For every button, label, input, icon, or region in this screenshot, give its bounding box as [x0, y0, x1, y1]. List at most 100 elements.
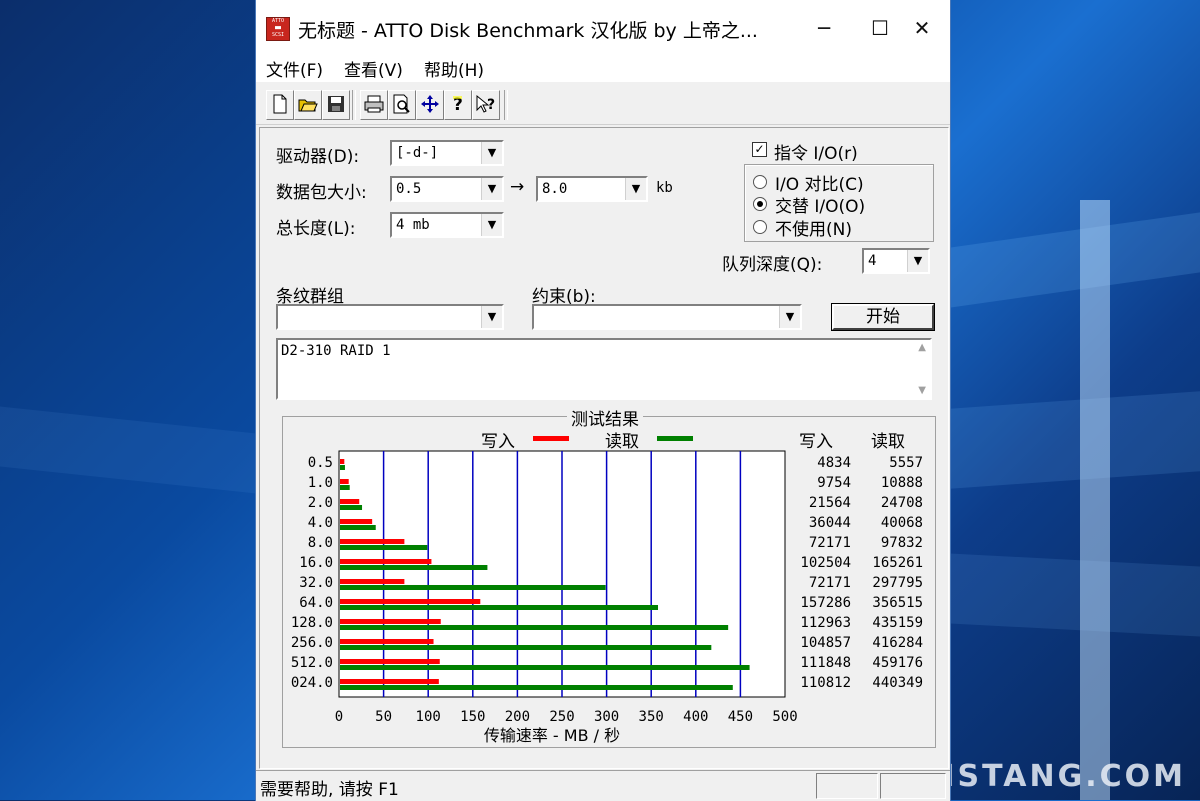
toolbar-separator — [352, 90, 356, 120]
description-text: D2-310 RAID 1 — [281, 343, 391, 359]
constraint-select[interactable]: ▼ — [532, 304, 802, 330]
write-value: 112963 — [800, 615, 851, 631]
read-value: 10888 — [881, 475, 923, 491]
write-bar — [340, 519, 373, 524]
stripe-group-select[interactable]: ▼ — [276, 304, 504, 330]
transfer-size-label: 数据包大小: — [276, 183, 367, 203]
read-bar — [340, 525, 376, 530]
chevron-down-icon[interactable]: ▼ — [481, 142, 502, 164]
write-bar — [340, 579, 405, 584]
menu-view[interactable]: 查看(V) — [344, 56, 403, 81]
context-help-icon[interactable]: ? — [472, 90, 500, 120]
read-value: 416284 — [872, 635, 923, 651]
status-bar: 需要帮助, 请按 F1 — [256, 770, 950, 801]
read-bar — [340, 565, 488, 570]
minimize-button[interactable]: ─ — [796, 8, 852, 48]
write-value: 104857 — [800, 635, 851, 651]
start-button[interactable]: 开始 — [832, 304, 934, 330]
direct-io-label: 指令 I/O(r) — [774, 144, 858, 164]
total-length-value: 4 mb — [396, 217, 430, 233]
read-bar — [340, 645, 712, 650]
radio-io-compare[interactable] — [753, 175, 767, 189]
y-tick-label: 8.0 — [308, 535, 333, 551]
y-tick-label: 128.0 — [291, 615, 333, 631]
x-tick-label: 500 — [772, 709, 797, 725]
write-value: 157286 — [800, 595, 851, 611]
y-tick-label: 256.0 — [291, 635, 333, 651]
scroll-up-icon[interactable]: ▲ — [918, 342, 926, 353]
radio-overlapped-io[interactable] — [753, 197, 767, 211]
read-bar — [340, 605, 659, 610]
x-tick-label: 0 — [335, 709, 343, 725]
write-bar — [340, 639, 434, 644]
chevron-down-icon[interactable]: ▼ — [481, 306, 502, 328]
description-textarea[interactable]: D2-310 RAID 1 ▲ ▼ — [276, 338, 932, 400]
read-value: 97832 — [881, 535, 923, 551]
read-bar — [340, 665, 750, 670]
drive-label: 驱动器(D): — [276, 147, 360, 167]
radio-neither[interactable] — [753, 220, 767, 234]
write-value: 72171 — [809, 535, 851, 551]
save-icon[interactable] — [322, 90, 350, 120]
status-text: 需要帮助, 请按 F1 — [260, 780, 399, 800]
write-value: 9754 — [817, 475, 851, 491]
read-value: 435159 — [872, 615, 923, 631]
read-value: 440349 — [872, 675, 923, 691]
drive-value: [-d-] — [396, 145, 439, 161]
x-tick-label: 100 — [416, 709, 441, 725]
y-tick-label: 0.5 — [308, 455, 333, 471]
write-value: 110812 — [800, 675, 851, 691]
x-tick-label: 400 — [683, 709, 708, 725]
write-bar — [340, 459, 345, 464]
write-bar — [340, 619, 441, 624]
queue-depth-label: 队列深度(Q): — [722, 255, 823, 275]
settings-panel: 驱动器(D): [-d-] ▼ 数据包大小: 0.5 ▼ → 8.0 ▼ kb … — [259, 127, 949, 769]
write-value: 36044 — [809, 515, 851, 531]
drive-select[interactable]: [-d-] ▼ — [390, 140, 504, 166]
write-value: 21564 — [809, 495, 851, 511]
open-icon[interactable] — [294, 90, 322, 120]
menu-file[interactable]: 文件(F) — [266, 56, 323, 81]
scroll-down-icon[interactable]: ▼ — [918, 385, 926, 396]
status-cell — [880, 773, 946, 799]
write-bar — [340, 559, 432, 564]
write-bar — [340, 659, 440, 664]
new-icon[interactable] — [266, 90, 294, 120]
arrow-right-icon: → — [510, 177, 525, 197]
write-bar — [340, 679, 439, 684]
x-tick-label: 250 — [549, 709, 574, 725]
read-value: 24708 — [881, 495, 923, 511]
results-group: 测试结果 写入 读取 写入 读取 0 50 100 150 200 250 300 350 40… — [282, 405, 936, 748]
read-value: 165261 — [872, 555, 923, 571]
menu-bar: 文件(F) 查看(V) 帮助(H) — [256, 52, 950, 82]
direct-io-checkbox[interactable]: ✓ — [752, 142, 767, 157]
window-title: 无标题 - ATTO Disk Benchmark 汉化版 by 上帝之... — [298, 20, 758, 42]
app-window: ATTO ■■ SCSI 无标题 - ATTO Disk Benchmark 汉化版… — [256, 0, 950, 801]
x-tick-label: 200 — [505, 709, 530, 725]
help-icon[interactable]: ? — [444, 90, 472, 120]
menu-help[interactable]: 帮助(H) — [424, 56, 484, 81]
read-value: 5557 — [889, 455, 923, 471]
chevron-down-icon[interactable]: ▼ — [779, 306, 800, 328]
chevron-down-icon[interactable]: ▼ — [481, 178, 502, 200]
chevron-down-icon[interactable]: ▼ — [625, 178, 646, 200]
y-tick-label: 16.0 — [299, 555, 333, 571]
transfer-size-to-select[interactable]: 8.0 ▼ — [536, 176, 648, 202]
transfer-unit: kb — [656, 180, 673, 196]
queue-depth-select[interactable]: 4 ▼ — [862, 248, 930, 274]
radio-overlapped-io-label: 交替 I/O(O) — [775, 197, 866, 217]
close-button[interactable]: ✕ — [894, 8, 950, 48]
transfer-size-from-select[interactable]: 0.5 ▼ — [390, 176, 504, 202]
move-icon[interactable] — [416, 90, 444, 120]
read-value: 297795 — [872, 575, 923, 591]
write-value: 111848 — [800, 655, 851, 671]
print-icon[interactable] — [360, 90, 388, 120]
print-preview-icon[interactable] — [388, 90, 416, 120]
read-bar — [340, 505, 363, 510]
chevron-down-icon[interactable]: ▼ — [481, 214, 502, 236]
chevron-down-icon[interactable]: ▼ — [907, 250, 928, 272]
x-tick-label: 150 — [460, 709, 485, 725]
y-tick-label: 024.0 — [291, 675, 333, 691]
total-length-select[interactable]: 4 mb ▼ — [390, 212, 504, 238]
title-bar[interactable]: ATTO ■■ SCSI 无标题 - ATTO Disk Benchmark 汉化版… — [256, 0, 950, 58]
